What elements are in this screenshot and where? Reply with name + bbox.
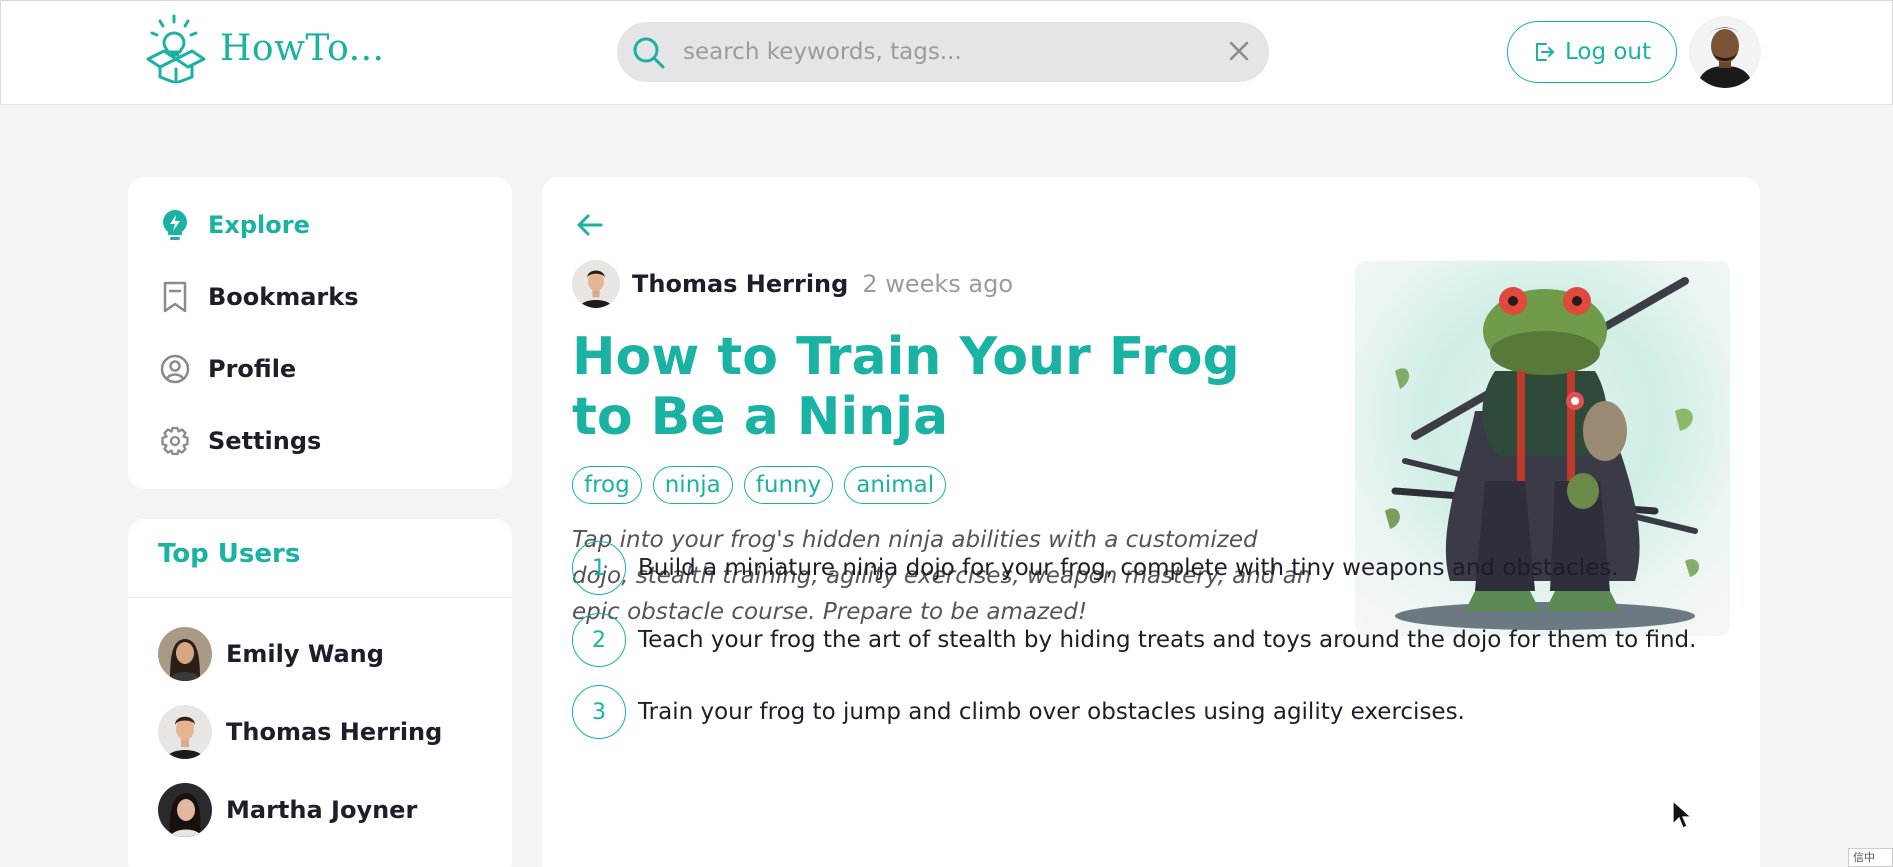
tag-list: frog ninja funny animal: [572, 466, 947, 504]
sidebar-item-label: Explore: [208, 211, 310, 239]
top-header: HowTo... Log out: [0, 0, 1893, 105]
search-bar: [617, 22, 1269, 82]
user-avatar[interactable]: [1689, 16, 1761, 88]
mouse-cursor-icon: [1672, 800, 1692, 829]
step-number: 2: [572, 613, 626, 667]
tag-chip[interactable]: funny: [743, 466, 834, 504]
search-icon: [633, 37, 665, 69]
sidebar-nav: Explore Bookmarks Profile Settings: [128, 177, 512, 489]
back-arrow-icon[interactable]: [575, 210, 605, 240]
lightbulb-icon: [163, 210, 187, 240]
user-name: Martha Joyner: [226, 796, 418, 824]
avatar: [158, 705, 212, 759]
sidebar-item-label: Profile: [208, 355, 297, 383]
close-icon[interactable]: [1227, 39, 1251, 63]
ime-indicator[interactable]: 信中: [1848, 848, 1893, 867]
sidebar-item-bookmarks[interactable]: Bookmarks: [160, 277, 359, 317]
sidebar-item-label: Settings: [208, 427, 322, 455]
logout-icon: [1535, 43, 1554, 61]
article-card: Thomas Herring 2 weeks ago How to Train …: [542, 177, 1760, 867]
sidebar-item-label: Bookmarks: [208, 283, 359, 311]
logo[interactable]: HowTo...: [144, 13, 384, 83]
top-user-item[interactable]: Thomas Herring: [158, 705, 442, 759]
article-author: Thomas Herring 2 weeks ago: [572, 260, 1013, 308]
lightbulb-box-logo-icon: [146, 14, 206, 83]
avatar: [158, 627, 212, 681]
sidebar-item-profile[interactable]: Profile: [160, 349, 296, 389]
article-title: How to Train Your Frog to Be a Ninja: [572, 327, 1240, 447]
author-avatar[interactable]: [572, 260, 620, 308]
sidebar-item-explore[interactable]: Explore: [160, 205, 310, 245]
logout-label: Log out: [1564, 39, 1652, 65]
top-user-item[interactable]: Emily Wang: [158, 627, 384, 681]
step-text: Build a miniature ninja dojo for your fr…: [638, 555, 1619, 581]
tag-chip[interactable]: animal: [844, 466, 947, 504]
divider: [128, 597, 512, 598]
author-name[interactable]: Thomas Herring: [632, 270, 848, 298]
user-name: Emily Wang: [226, 640, 384, 668]
top-users-panel: Top Users Emily Wang Thomas Herring Mart…: [128, 519, 512, 867]
avatar-image: [1689, 16, 1761, 88]
logo-text: HowTo...: [220, 27, 385, 69]
step-item: 2 Teach your frog the art of stealth by …: [572, 613, 1696, 667]
top-user-item[interactable]: Martha Joyner: [158, 783, 417, 837]
top-users-title: Top Users: [158, 539, 301, 569]
tag-chip[interactable]: frog: [572, 466, 642, 504]
step-item: 1 Build a miniature ninja dojo for your …: [572, 541, 1619, 595]
search-input[interactable]: [683, 34, 1203, 70]
gear-icon: [161, 426, 189, 456]
user-circle-icon: [160, 354, 190, 384]
step-item: 3 Train your frog to jump and climb over…: [572, 685, 1465, 739]
step-number: 3: [572, 685, 626, 739]
post-time: 2 weeks ago: [862, 270, 1014, 298]
step-text: Teach your frog the art of stealth by hi…: [638, 627, 1697, 653]
bookmark-icon: [163, 281, 187, 313]
sidebar-item-settings[interactable]: Settings: [160, 421, 321, 461]
step-number: 1: [572, 541, 626, 595]
avatar: [158, 783, 212, 837]
user-name: Thomas Herring: [226, 718, 443, 746]
tag-chip[interactable]: ninja: [652, 466, 733, 504]
step-text: Train your frog to jump and climb over o…: [638, 699, 1465, 725]
logout-button[interactable]: Log out: [1507, 21, 1677, 83]
